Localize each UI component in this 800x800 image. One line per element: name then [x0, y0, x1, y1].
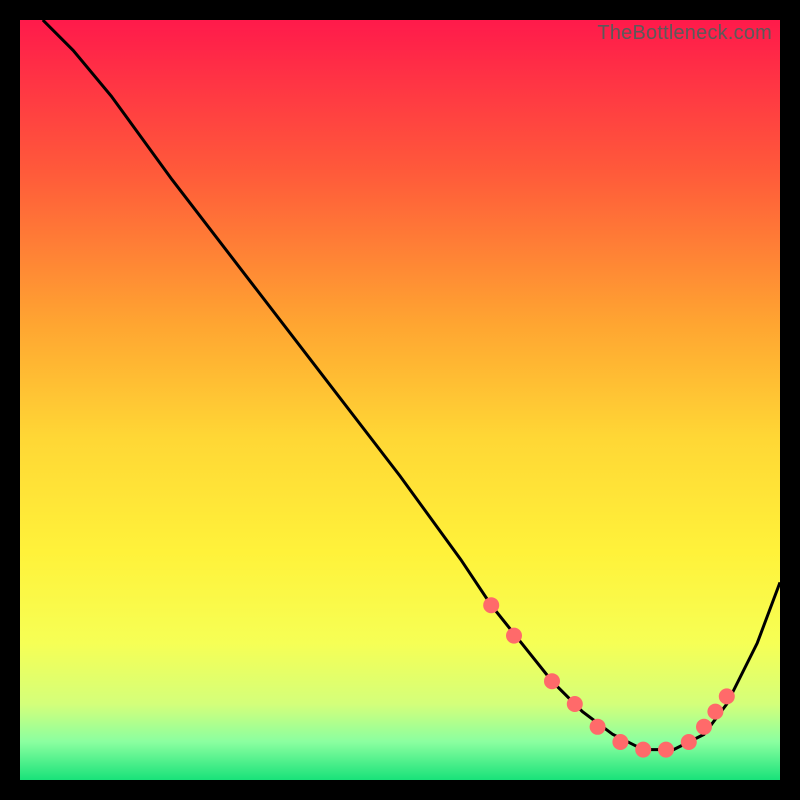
- highlight-dot: [707, 704, 723, 720]
- highlight-dot: [696, 719, 712, 735]
- gradient-background: [20, 20, 780, 780]
- highlight-dot: [612, 734, 628, 750]
- highlight-dot: [719, 688, 735, 704]
- highlight-dot: [506, 628, 522, 644]
- watermark-text: TheBottleneck.com: [597, 22, 772, 45]
- highlight-dot: [483, 597, 499, 613]
- bottleneck-chart: [20, 20, 780, 780]
- highlight-dot: [590, 719, 606, 735]
- highlight-dot: [658, 742, 674, 758]
- highlight-dot: [544, 673, 560, 689]
- chart-frame: TheBottleneck.com: [20, 20, 780, 780]
- highlight-dot: [681, 734, 697, 750]
- highlight-dot: [567, 696, 583, 712]
- highlight-dot: [635, 742, 651, 758]
